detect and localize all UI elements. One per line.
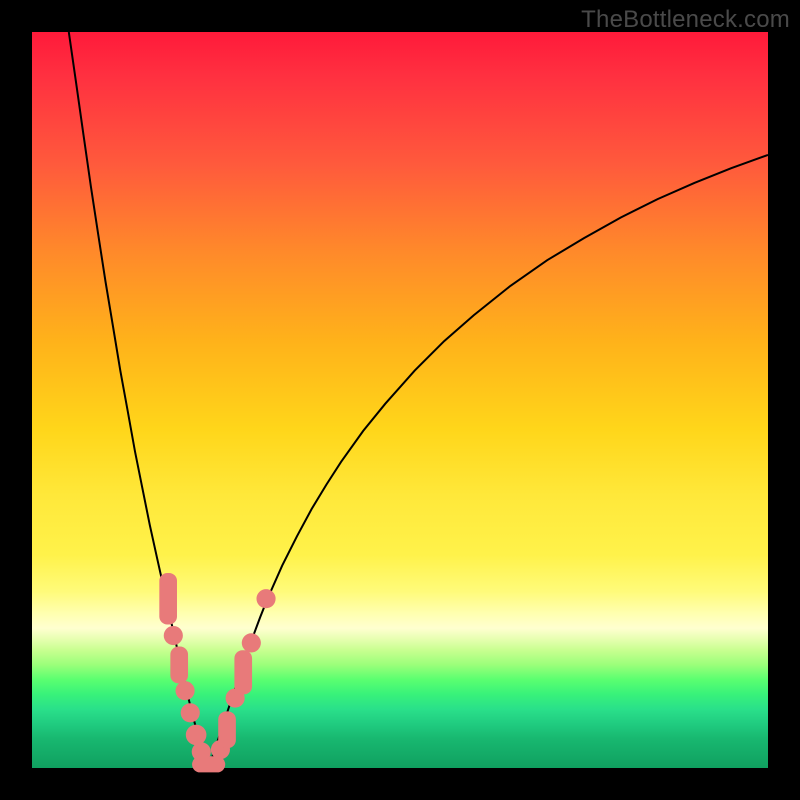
chart-frame: TheBottleneck.com [0,0,800,800]
curve-layer [32,32,768,768]
curve-marker [218,711,236,748]
curve-marker [256,589,275,608]
marker-group [159,573,275,772]
watermark-text: TheBottleneck.com [581,6,790,34]
curve-marker [164,626,183,645]
curve-marker [181,703,200,722]
curve-marker [234,650,252,694]
curve-marker [186,725,207,746]
curve-marker [242,633,261,652]
plot-area [32,32,768,768]
curve-marker [176,681,195,700]
right-branch-curve [209,155,768,768]
curve-marker [170,647,188,684]
curve-marker [159,573,177,625]
